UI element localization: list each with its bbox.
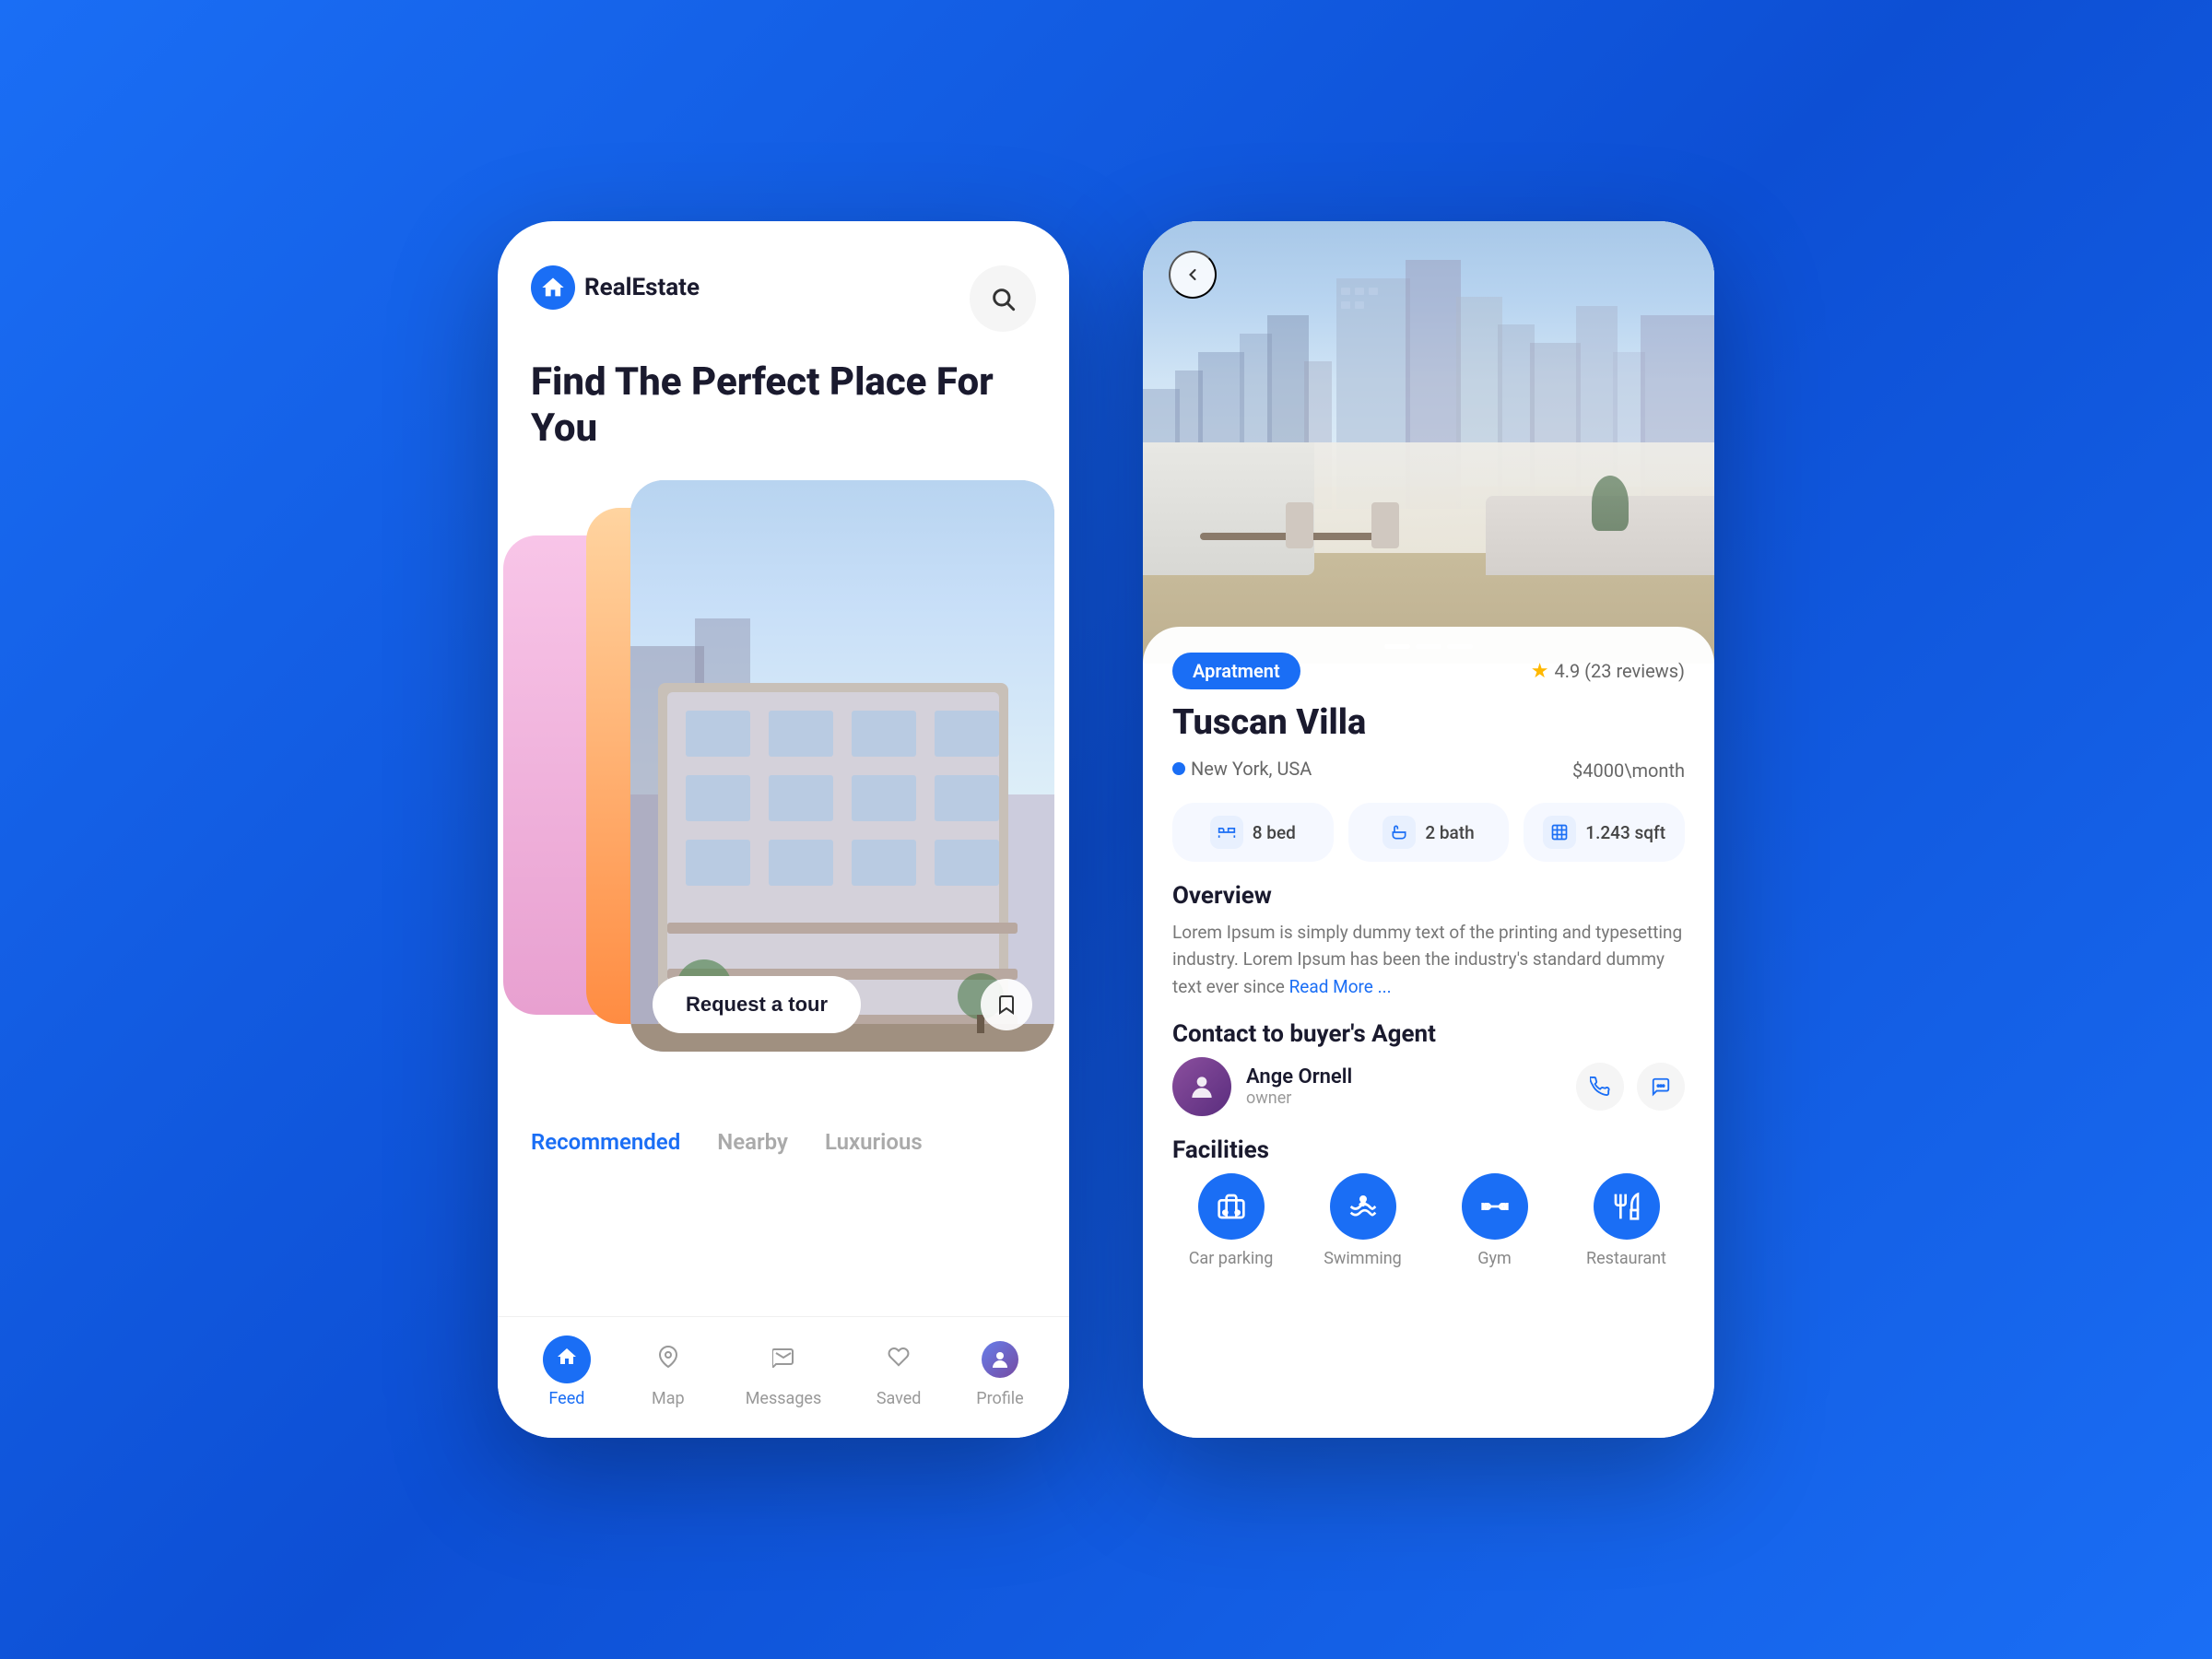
restaurant-icon xyxy=(1594,1173,1660,1240)
sqft-text: 1.243 sqft xyxy=(1585,822,1665,843)
overview-text: Lorem Ipsum is simply dummy text of the … xyxy=(1172,919,1685,1000)
contact-title: Contact to buyer's Agent xyxy=(1172,1020,1685,1048)
headline: Find The Perfect Place For You xyxy=(531,359,1036,453)
tab-luxurious[interactable]: Luxurious xyxy=(825,1129,923,1155)
nav-feed[interactable]: Feed xyxy=(543,1335,591,1408)
phone1-header: RealEstate xyxy=(498,221,1069,350)
rating-area: ★ 4.9 (23 reviews) xyxy=(1531,660,1685,683)
screens-container: RealEstate Find The Perfect Place For Yo… xyxy=(498,221,1714,1438)
profile-avatar xyxy=(982,1341,1018,1378)
bath-icon xyxy=(1382,816,1416,849)
back-button[interactable] xyxy=(1169,251,1217,299)
features-row: 8 bed 2 bath xyxy=(1172,803,1685,862)
property-tabs: Recommended Nearby Luxurious xyxy=(498,1107,1069,1170)
location-price-row: New York, USA $4000\month xyxy=(1172,752,1685,784)
logo-area: RealEstate xyxy=(531,265,700,310)
search-button[interactable] xyxy=(970,265,1036,332)
nav-saved-label: Saved xyxy=(877,1389,922,1408)
map-icon xyxy=(657,1346,679,1373)
phone2: Apratment ★ 4.9 (23 reviews) Tuscan Vill… xyxy=(1143,221,1714,1438)
nav-profile-icon-wrap xyxy=(976,1335,1024,1383)
feature-sqft: 1.243 sqft xyxy=(1524,803,1685,862)
car-parking-icon xyxy=(1198,1173,1265,1240)
price-period: \month xyxy=(1624,759,1685,782)
bed-text: 8 bed xyxy=(1253,822,1296,843)
property-badge: Apratment xyxy=(1172,653,1300,689)
location-info: New York, USA xyxy=(1172,758,1312,780)
property-type-row: Apratment ★ 4.9 (23 reviews) xyxy=(1172,653,1685,689)
phone1-title: Find The Perfect Place For You xyxy=(498,350,1069,480)
logo-text: RealEstate xyxy=(584,274,700,301)
nav-map[interactable]: Map xyxy=(644,1335,692,1408)
agent-section: Contact to buyer's Agent Ange Ornell own… xyxy=(1172,1020,1685,1116)
price-text: $4000\month xyxy=(1572,752,1685,784)
swimming-icon xyxy=(1330,1173,1396,1240)
facilities-grid: Car parking Swimming xyxy=(1172,1173,1685,1268)
agent-role: owner xyxy=(1246,1088,1561,1108)
car-parking-label: Car parking xyxy=(1189,1249,1274,1268)
bed-icon xyxy=(1210,816,1243,849)
phone1: RealEstate Find The Perfect Place For Yo… xyxy=(498,221,1069,1438)
property-image xyxy=(1143,221,1714,664)
facility-gym: Gym xyxy=(1436,1173,1553,1268)
nav-map-icon-wrap xyxy=(644,1335,692,1383)
agent-actions xyxy=(1576,1063,1685,1111)
nav-messages-icon-wrap xyxy=(759,1335,807,1383)
bottom-nav: Feed Map xyxy=(498,1316,1069,1438)
facilities-title: Facilities xyxy=(1172,1136,1685,1164)
nav-messages-label: Messages xyxy=(746,1389,822,1408)
agent-row: Ange Ornell owner xyxy=(1172,1057,1685,1116)
sqft-icon xyxy=(1543,816,1576,849)
tab-recommended[interactable]: Recommended xyxy=(531,1129,680,1155)
overview-title: Overview xyxy=(1172,882,1685,910)
star-icon: ★ xyxy=(1531,660,1549,683)
nav-saved-icon-wrap xyxy=(875,1335,923,1383)
agent-info: Ange Ornell owner xyxy=(1246,1065,1561,1108)
location-dot-icon xyxy=(1172,762,1185,775)
gym-label: Gym xyxy=(1477,1249,1512,1268)
messages-icon xyxy=(772,1346,794,1373)
agent-name: Ange Ornell xyxy=(1246,1065,1561,1088)
card-front: Request a tour xyxy=(630,480,1054,1052)
facility-swimming: Swimming xyxy=(1304,1173,1421,1268)
agent-avatar xyxy=(1172,1057,1231,1116)
gym-icon xyxy=(1462,1173,1528,1240)
property-name: Tuscan Villa xyxy=(1172,702,1685,743)
nav-feed-icon-wrap xyxy=(543,1335,591,1383)
location-text: New York, USA xyxy=(1191,758,1312,780)
price-value: $4000 xyxy=(1572,759,1624,782)
bookmark-button[interactable] xyxy=(981,979,1032,1030)
bath-text: 2 bath xyxy=(1425,822,1474,843)
feature-bed: 8 bed xyxy=(1172,803,1334,862)
cards-stack: Request a tour xyxy=(531,480,1036,1107)
read-more[interactable]: Read More ... xyxy=(1289,976,1392,997)
nav-saved[interactable]: Saved xyxy=(875,1335,923,1408)
rating-text: 4.9 (23 reviews) xyxy=(1554,660,1685,682)
call-button[interactable] xyxy=(1576,1063,1624,1111)
nav-profile[interactable]: Profile xyxy=(976,1335,1024,1408)
restaurant-label: Restaurant xyxy=(1586,1249,1666,1268)
card-bottom-bar: Request a tour xyxy=(630,958,1054,1052)
swimming-label: Swimming xyxy=(1324,1249,1402,1268)
feature-bath: 2 bath xyxy=(1348,803,1510,862)
logo-icon xyxy=(531,265,575,310)
facility-restaurant: Restaurant xyxy=(1568,1173,1685,1268)
facility-car-parking: Car parking xyxy=(1172,1173,1289,1268)
nav-feed-label: Feed xyxy=(548,1389,584,1408)
nav-profile-label: Profile xyxy=(976,1389,1023,1408)
detail-section: Apratment ★ 4.9 (23 reviews) Tuscan Vill… xyxy=(1143,627,1714,1438)
tab-nearby[interactable]: Nearby xyxy=(717,1129,788,1155)
saved-icon xyxy=(888,1346,910,1373)
message-button[interactable] xyxy=(1637,1063,1685,1111)
nav-messages[interactable]: Messages xyxy=(746,1335,822,1408)
tour-button[interactable]: Request a tour xyxy=(653,976,861,1033)
nav-map-label: Map xyxy=(652,1389,685,1408)
home-icon xyxy=(556,1346,578,1373)
